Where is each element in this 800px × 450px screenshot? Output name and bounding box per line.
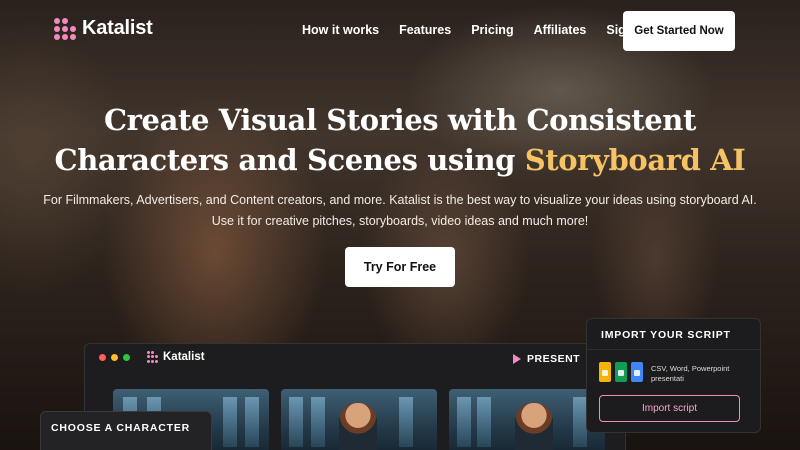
supported-formats-text: CSV, Word, Powerpoint presentati: [651, 364, 730, 383]
window-close-dot: [99, 354, 106, 361]
hero-subtitle-line1: For Filmmakers, Advertisers, and Content…: [43, 193, 757, 207]
present-button[interactable]: PRESENT: [513, 353, 580, 365]
window-controls: [99, 354, 130, 361]
window-maximize-dot: [123, 354, 130, 361]
hero-subtitle-line2: Use it for creative pitches, storyboards…: [211, 214, 589, 228]
katalist-logo[interactable]: Katalist: [54, 17, 153, 40]
choose-character-title: CHOOSE A CHARACTER: [51, 422, 191, 434]
hero-title-line1: Create Visual Stories with Consistent: [104, 103, 696, 137]
app-window-logo-text: Katalist: [163, 351, 205, 363]
google-slides-icon: [599, 362, 611, 382]
import-script-button[interactable]: Import script: [599, 395, 740, 422]
play-icon: [513, 354, 521, 364]
nav-link-affiliates[interactable]: Affiliates: [534, 23, 587, 37]
file-type-icons: [599, 362, 643, 382]
storyboard-frame-2[interactable]: [281, 389, 437, 450]
window-minimize-dot: [111, 354, 118, 361]
get-started-button[interactable]: Get Started Now: [623, 11, 735, 51]
logo-dots-icon: [54, 17, 76, 40]
nav-link-how-it-works[interactable]: How it works: [302, 23, 379, 37]
top-nav: Katalist How it works Features Pricing A…: [0, 0, 800, 62]
google-sheets-icon: [615, 362, 627, 382]
import-script-title: IMPORT YOUR SCRIPT: [601, 329, 731, 341]
hero-title-line2: Characters and Scenes using: [54, 143, 525, 177]
nav-link-pricing[interactable]: Pricing: [471, 23, 513, 37]
google-docs-icon: [631, 362, 643, 382]
nav-link-features[interactable]: Features: [399, 23, 451, 37]
hero-title: Create Visual Stories with Consistent Ch…: [0, 100, 800, 180]
logo-text: Katalist: [82, 17, 153, 39]
hero-subtitle: For Filmmakers, Advertisers, and Content…: [40, 190, 760, 232]
panel-divider: [587, 349, 760, 350]
present-label: PRESENT: [527, 353, 581, 365]
storyboard-frame-3[interactable]: [449, 389, 605, 450]
hero-title-accent: Storyboard AI: [524, 143, 746, 177]
logo-dots-icon: [147, 351, 159, 363]
app-window-logo: Katalist: [147, 351, 205, 363]
import-script-panel: IMPORT YOUR SCRIPT CSV, Word, Powerpoint…: [586, 318, 761, 433]
nav-links: How it works Features Pricing Affiliates…: [302, 23, 668, 37]
try-for-free-button[interactable]: Try For Free: [345, 247, 455, 287]
choose-character-panel: CHOOSE A CHARACTER: [40, 411, 212, 450]
